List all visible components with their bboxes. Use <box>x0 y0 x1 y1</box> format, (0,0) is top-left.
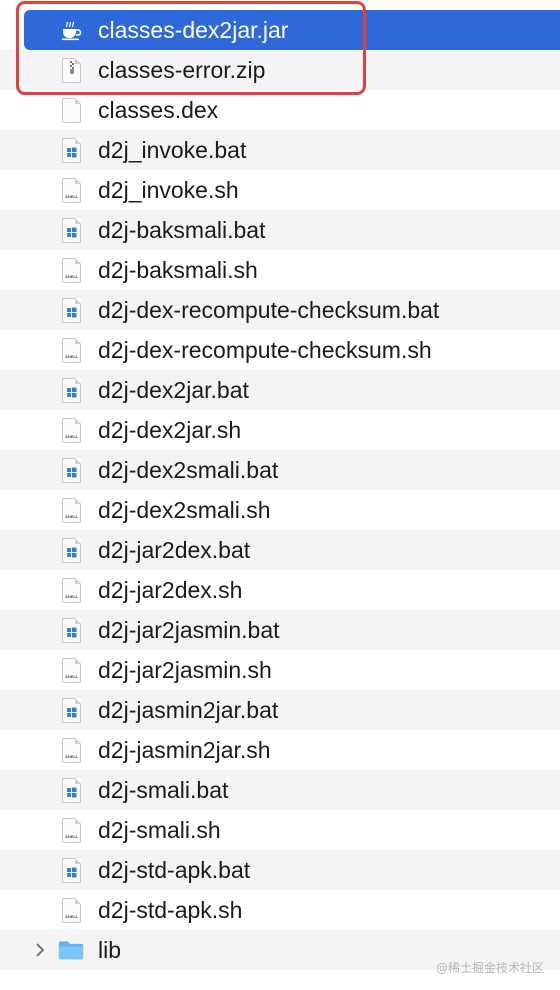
file-name: d2j-jar2dex.sh <box>98 577 243 603</box>
shell-script-icon: SHELL <box>58 817 84 843</box>
shell-icon-label: SHELL <box>65 595 78 599</box>
shell-script-icon: SHELL <box>58 737 84 763</box>
file-name: d2j-std-apk.bat <box>98 857 251 883</box>
file-name: d2j-dex2jar.bat <box>98 377 249 403</box>
file-row[interactable]: d2j-std-apk.bat <box>0 850 560 890</box>
file-row[interactable]: SHELL d2j-smali.sh <box>0 810 560 850</box>
file-name: d2j-jar2dex.bat <box>98 537 251 563</box>
file-row[interactable]: d2j-dex-recompute-checksum.bat <box>0 290 560 330</box>
file-name: d2j-jar2jasmin.sh <box>98 657 272 683</box>
file-row[interactable]: SHELL d2j-jar2dex.sh <box>0 570 560 610</box>
folder-icon <box>58 937 84 963</box>
file-name: d2j_invoke.sh <box>98 177 239 203</box>
file-row[interactable]: d2j-dex2jar.bat <box>0 370 560 410</box>
file-name: d2j-dex-recompute-checksum.bat <box>98 297 440 323</box>
windows-batch-icon <box>58 457 84 483</box>
shell-script-icon: SHELL <box>58 897 84 923</box>
file-name: d2j_invoke.bat <box>98 137 247 163</box>
shell-icon-label: SHELL <box>65 755 78 759</box>
shell-script-icon: SHELL <box>58 177 84 203</box>
java-cup-icon <box>58 17 84 43</box>
file-name: classes-dex2jar.jar <box>98 17 289 43</box>
file-row[interactable]: d2j_invoke.bat <box>0 130 560 170</box>
windows-batch-icon <box>58 697 84 723</box>
blank-document-icon <box>58 97 84 123</box>
windows-batch-icon <box>58 137 84 163</box>
file-row[interactable]: SHELL d2j-dex-recompute-checksum.sh <box>0 330 560 370</box>
file-row[interactable]: d2j-dex2smali.bat <box>0 450 560 490</box>
file-row[interactable]: classes.dex <box>0 90 560 130</box>
zip-archive-icon <box>58 57 84 83</box>
file-row[interactable]: classes-dex2jar.jar <box>24 10 560 50</box>
file-name: d2j-dex-recompute-checksum.sh <box>98 337 432 363</box>
file-name: d2j-jasmin2jar.sh <box>98 737 271 763</box>
shell-icon-label: SHELL <box>65 355 78 359</box>
shell-icon-label: SHELL <box>65 195 78 199</box>
shell-icon-label: SHELL <box>65 915 78 919</box>
file-name: lib <box>98 937 122 963</box>
file-row[interactable]: SHELL d2j-baksmali.sh <box>0 250 560 290</box>
file-name: d2j-jar2jasmin.bat <box>98 617 280 643</box>
windows-batch-icon <box>58 857 84 883</box>
file-name: classes-error.zip <box>98 57 266 83</box>
file-row[interactable]: d2j-baksmali.bat <box>0 210 560 250</box>
shell-icon-label: SHELL <box>65 835 78 839</box>
shell-icon-label: SHELL <box>65 515 78 519</box>
file-row[interactable]: d2j-jar2dex.bat <box>0 530 560 570</box>
file-name: d2j-jasmin2jar.bat <box>98 697 279 723</box>
shell-script-icon: SHELL <box>58 657 84 683</box>
file-row[interactable]: d2j-jar2jasmin.bat <box>0 610 560 650</box>
file-name: d2j-baksmali.sh <box>98 257 258 283</box>
file-row[interactable]: SHELL d2j-dex2jar.sh <box>0 410 560 450</box>
file-row[interactable]: SHELL d2j-jar2jasmin.sh <box>0 650 560 690</box>
shell-script-icon: SHELL <box>58 337 84 363</box>
file-row[interactable]: SHELL d2j_invoke.sh <box>0 170 560 210</box>
file-row[interactable]: SHELL d2j-dex2smali.sh <box>0 490 560 530</box>
shell-icon-label: SHELL <box>65 435 78 439</box>
file-name: d2j-smali.sh <box>98 817 221 843</box>
chevron-right-icon[interactable] <box>33 942 47 958</box>
file-row[interactable]: SHELL d2j-std-apk.sh <box>0 890 560 930</box>
file-row[interactable]: d2j-smali.bat <box>0 770 560 810</box>
windows-batch-icon <box>58 377 84 403</box>
windows-batch-icon <box>58 777 84 803</box>
windows-batch-icon <box>58 537 84 563</box>
file-name: d2j-baksmali.bat <box>98 217 266 243</box>
file-name: d2j-dex2jar.sh <box>98 417 242 443</box>
shell-script-icon: SHELL <box>58 257 84 283</box>
windows-batch-icon <box>58 217 84 243</box>
file-row[interactable]: classes-error.zip <box>0 50 560 90</box>
file-row[interactable]: d2j-jasmin2jar.bat <box>0 690 560 730</box>
file-name: d2j-dex2smali.bat <box>98 457 279 483</box>
shell-script-icon: SHELL <box>58 417 84 443</box>
shell-icon-label: SHELL <box>65 275 78 279</box>
windows-batch-icon <box>58 297 84 323</box>
shell-icon-label: SHELL <box>65 675 78 679</box>
file-name: d2j-smali.bat <box>98 777 229 803</box>
file-name: classes.dex <box>98 97 219 123</box>
file-name: d2j-std-apk.sh <box>98 897 243 923</box>
shell-script-icon: SHELL <box>58 577 84 603</box>
file-name: d2j-dex2smali.sh <box>98 497 271 523</box>
shell-script-icon: SHELL <box>58 497 84 523</box>
file-list: classes-dex2jar.jar classes-error.zip clas… <box>0 10 560 970</box>
windows-batch-icon <box>58 617 84 643</box>
watermark: @稀土掘金技术社区 <box>435 961 544 975</box>
file-row[interactable]: SHELL d2j-jasmin2jar.sh <box>0 730 560 770</box>
